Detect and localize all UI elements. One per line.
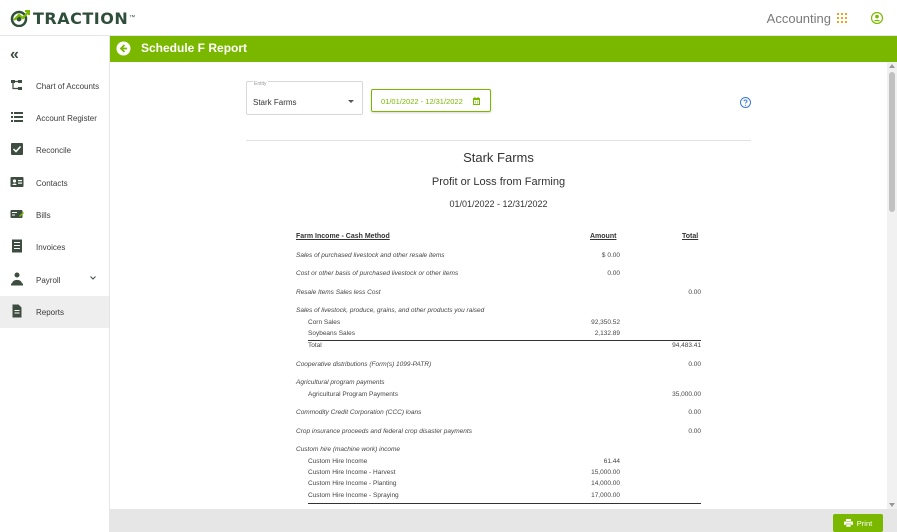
subtotal-rule	[308, 503, 701, 504]
entity-select[interactable]: Entity Stark Farms	[246, 81, 363, 115]
scroll-down-icon[interactable]	[889, 503, 895, 507]
row-label: Crop insurance proceeds and federal crop…	[296, 428, 472, 435]
sidebar: « Chart of Accounts Account Register Rec…	[0, 36, 110, 532]
row-total: 0.00	[688, 361, 701, 368]
sidebar-item-label: Chart of Accounts	[36, 81, 100, 91]
logo-text: TRACTION	[33, 8, 129, 28]
row-label: Commodity Credit Corporation (CCC) loans	[296, 409, 422, 416]
caret-down-icon	[348, 100, 354, 103]
sidebar-item-invoices[interactable]: Invoices	[0, 231, 109, 263]
module-name[interactable]: Accounting	[767, 11, 831, 26]
sidebar-item-reconcile[interactable]: Reconcile	[0, 134, 109, 166]
printer-icon	[843, 519, 853, 527]
sidebar-item-label: Reports	[36, 307, 65, 317]
row-total: 35,000.00	[672, 391, 701, 398]
person-money-icon	[11, 272, 23, 286]
section-header: Farm Income - Cash Method	[296, 233, 390, 240]
row-total: 0.00	[688, 289, 701, 296]
row-label: Custom Hire Income - Harvest	[308, 469, 396, 476]
file-icon	[12, 304, 22, 318]
row-amount: $ 0.00	[601, 252, 620, 259]
sidebar-item-chart-of-accounts[interactable]: Chart of Accounts	[0, 70, 109, 102]
row-label: Resale Items Sales less Cost	[296, 289, 381, 296]
sidebar-item-payroll[interactable]: Payroll	[0, 264, 109, 296]
print-button-label: Print	[856, 518, 873, 528]
top-bar: TRACTION ™ Accounting	[0, 0, 897, 36]
report-content: Entity Stark Farms 01/01/2022 - 12/31/20…	[110, 62, 887, 509]
row-amount: 17,000.00	[591, 492, 620, 499]
tractor-wheel-icon	[10, 10, 30, 27]
row-label: Custom Hire Income - Spraying	[308, 492, 399, 499]
row-label: Sales of purchased livestock and other r…	[296, 252, 445, 259]
chart-of-accounts-icon	[11, 80, 22, 90]
total-column-header: Total	[682, 233, 699, 240]
row-label: Custom hire (machine work) income	[296, 446, 401, 453]
bottom-action-bar: Print	[110, 509, 897, 532]
help-icon[interactable]	[740, 97, 751, 108]
row-label: Custom Hire Income	[308, 458, 368, 465]
row-total: 0.00	[688, 409, 701, 416]
sidebar-item-bills[interactable]: Bills	[0, 199, 109, 231]
logo-trademark: ™	[129, 15, 136, 21]
sidebar-item-label: Account Register	[36, 113, 97, 123]
scroll-thumb[interactable]	[889, 72, 895, 212]
sidebar-item-label: Reconcile	[36, 145, 72, 155]
row-label: Agricultural program payments	[296, 379, 385, 386]
row-amount: 15,000.00	[591, 469, 620, 476]
report-title: Profit or Loss from Farming	[431, 176, 566, 188]
chevron-down-icon[interactable]	[90, 276, 96, 280]
back-arrow-icon[interactable]	[116, 41, 131, 56]
check-square-icon	[11, 143, 23, 155]
date-range-value: 01/01/2022 - 12/31/2022	[381, 97, 463, 106]
row-amount: 0.00	[607, 270, 620, 277]
report-divider	[246, 140, 751, 141]
vertical-scrollbar[interactable]	[887, 62, 897, 509]
row-amount: 92,350.52	[591, 319, 620, 326]
traction-logo[interactable]: TRACTION ™	[10, 8, 135, 28]
sidebar-item-label: Payroll	[36, 275, 61, 285]
amount-column-header: Amount	[590, 233, 617, 240]
page-title: Schedule F Report	[141, 41, 248, 55]
sidebar-item-contacts[interactable]: Contacts	[0, 167, 109, 199]
collapse-sidebar-icon[interactable]: «	[10, 47, 19, 63]
contact-card-icon	[10, 177, 24, 187]
sidebar-item-label: Bills	[36, 210, 51, 220]
scroll-up-icon[interactable]	[889, 64, 895, 68]
calendar-icon	[473, 97, 480, 105]
sidebar-item-reports[interactable]: Reports	[0, 296, 109, 328]
print-button[interactable]: Print	[833, 514, 883, 532]
row-total: 0.00	[688, 428, 701, 435]
row-label: Custom Hire Income - Planting	[308, 480, 397, 487]
list-icon	[11, 112, 23, 122]
entity-select-label: Entity	[253, 81, 268, 87]
subtotal-rule	[308, 340, 701, 341]
report-date-range: 01/01/2022 - 12/31/2022	[449, 199, 548, 209]
page-header: Schedule F Report	[110, 36, 897, 62]
report-entity-name: Stark Farms	[463, 150, 534, 165]
entity-select-value: Stark Farms	[253, 98, 297, 107]
sidebar-item-label: Invoices	[36, 242, 66, 252]
sidebar-item-label: Contacts	[36, 178, 68, 188]
row-amount: 14,000.00	[591, 480, 620, 487]
user-account-icon[interactable]	[871, 12, 883, 24]
row-label: Agricultural Program Payments	[308, 391, 398, 398]
row-total: 94,483.41	[672, 342, 701, 349]
bill-icon	[10, 210, 24, 218]
row-label: Cost or other basis of purchased livesto…	[296, 270, 459, 277]
row-label: Corn Sales	[308, 319, 341, 326]
invoice-icon	[12, 239, 22, 253]
row-amount: 2,132.89	[594, 330, 620, 337]
row-label: Soybeans Sales	[308, 330, 355, 337]
app-grid-icon[interactable]	[837, 13, 847, 23]
row-label: Cooperative distributions (Form(s) 1099-…	[296, 361, 432, 368]
row-label: Total	[308, 342, 322, 349]
row-amount: 61.44	[603, 458, 620, 465]
row-label: Sales of livestock, produce, grains, and…	[296, 307, 485, 314]
date-range-picker[interactable]: 01/01/2022 - 12/31/2022	[371, 89, 491, 112]
sidebar-item-account-register[interactable]: Account Register	[0, 102, 109, 134]
